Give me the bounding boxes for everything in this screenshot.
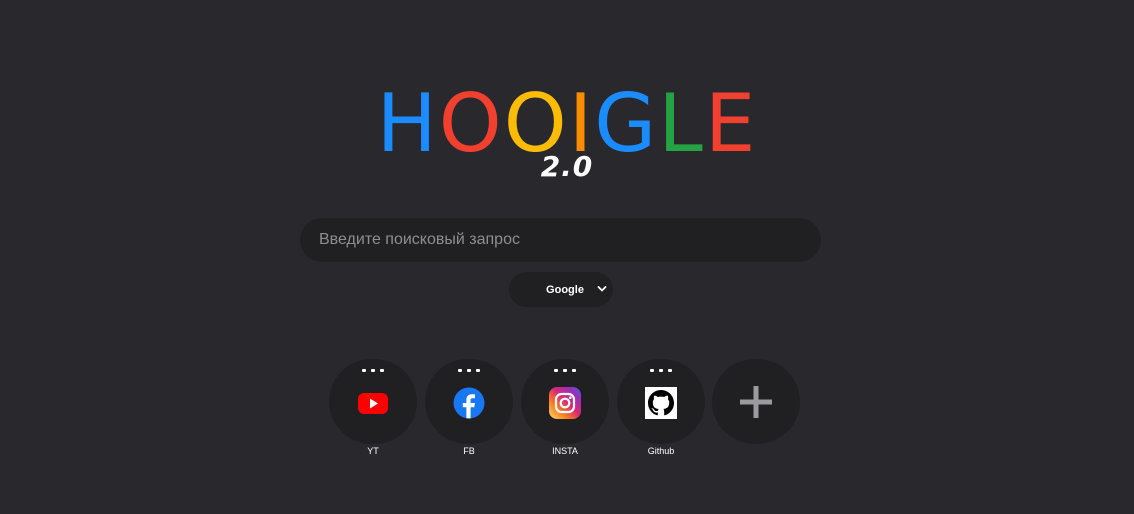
- shortcut-label: Github: [647, 446, 675, 456]
- search-engine-selected: Google: [546, 283, 584, 296]
- github-icon: [645, 387, 677, 419]
- facebook-icon: [453, 387, 485, 419]
- new-tab-page: HOOIGLE 2.0 Google YT FB: [0, 0, 1134, 514]
- shortcut-github[interactable]: Github: [617, 359, 705, 459]
- search-engine-select[interactable]: Google: [509, 272, 613, 307]
- logo-version: 2.0: [540, 150, 594, 183]
- shortcut-tile[interactable]: [329, 359, 417, 444]
- search-box[interactable]: [300, 218, 821, 262]
- shortcut-yt[interactable]: YT: [329, 359, 417, 459]
- shortcut-tile[interactable]: [425, 359, 513, 444]
- instagram-icon: [549, 387, 581, 419]
- shortcut-insta[interactable]: INSTA: [521, 359, 609, 459]
- more-options-icon[interactable]: [458, 367, 480, 373]
- shortcut-fb[interactable]: FB: [425, 359, 513, 459]
- shortcut-label: FB: [463, 446, 475, 456]
- search-input[interactable]: [300, 218, 821, 262]
- shortcut-tile[interactable]: [617, 359, 705, 444]
- shortcut-label: YT: [367, 446, 379, 456]
- plus-icon: [740, 386, 772, 418]
- shortcut-label: INSTA: [552, 446, 578, 456]
- shortcut-tile[interactable]: [521, 359, 609, 444]
- more-options-icon[interactable]: [362, 367, 384, 373]
- add-shortcut-button[interactable]: [712, 359, 800, 444]
- more-options-icon[interactable]: [554, 367, 576, 373]
- youtube-icon: [358, 393, 388, 414]
- chevron-down-icon: [597, 286, 607, 292]
- more-options-icon[interactable]: [650, 367, 672, 373]
